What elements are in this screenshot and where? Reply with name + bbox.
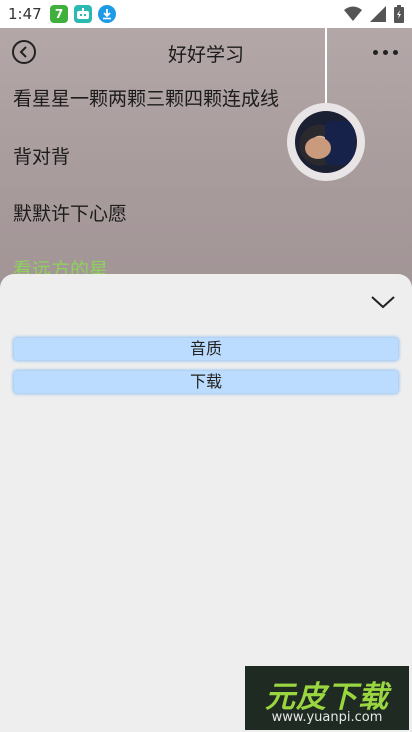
dot-icon (383, 50, 388, 55)
status-bar: 1:47 7 (0, 0, 412, 28)
lyric-line: 默默许下心愿 (13, 203, 128, 225)
lyric-line: 看星星一颗两颗三颗四颗连成线 (13, 88, 280, 110)
divider-line (325, 28, 327, 108)
watermark-url: www.yuanpi.com (271, 710, 383, 725)
chevron-down-icon[interactable] (370, 294, 396, 310)
download-icon (98, 5, 116, 23)
options-bottom-sheet: 音质 下载 (0, 274, 412, 732)
battery-icon (394, 5, 404, 23)
dot-icon (373, 50, 378, 55)
download-option[interactable]: 下载 (14, 371, 398, 393)
app-7-icon: 7 (50, 5, 68, 23)
status-time: 1:47 (8, 5, 42, 23)
more-options-button[interactable] (373, 50, 398, 55)
top-bar: 好好学习 (0, 28, 412, 78)
album-cover-image (295, 111, 357, 173)
wifi-icon (344, 6, 362, 21)
lyric-line: 背对背 (13, 146, 71, 168)
signal-icon (370, 6, 386, 22)
page-title: 好好学习 (167, 44, 244, 66)
watermark-logo: 元皮下载 www.yuanpi.com (245, 666, 409, 730)
robot-icon (74, 5, 92, 23)
dot-icon (393, 50, 398, 55)
album-cover-avatar[interactable] (287, 103, 365, 181)
sound-quality-option[interactable]: 音质 (14, 338, 398, 360)
